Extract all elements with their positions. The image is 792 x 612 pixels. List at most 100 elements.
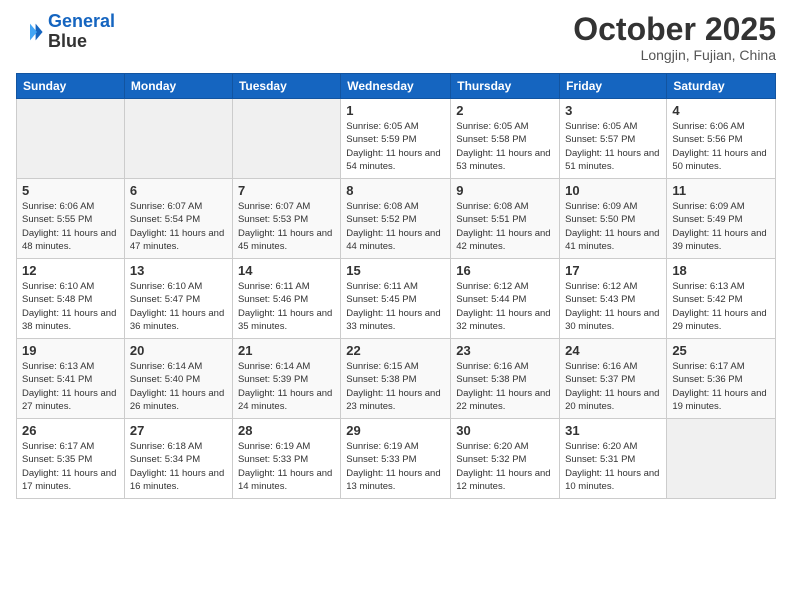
day-number: 17 <box>565 263 661 278</box>
day-info: Sunrise: 6:18 AM Sunset: 5:34 PM Dayligh… <box>130 440 227 493</box>
day-number: 4 <box>672 103 770 118</box>
calendar-cell: 25Sunrise: 6:17 AM Sunset: 5:36 PM Dayli… <box>667 339 776 419</box>
day-info: Sunrise: 6:07 AM Sunset: 5:54 PM Dayligh… <box>130 200 227 253</box>
day-number: 14 <box>238 263 335 278</box>
calendar-cell: 21 Sunrise: 6:14 AM Sunset: 5:39 PM Dayli… <box>232 339 340 419</box>
day-number: 5 <box>22 183 119 198</box>
weekday-header: Wednesday <box>341 74 451 99</box>
calendar-cell: 4Sunrise: 6:06 AM Sunset: 5:56 PM Daylig… <box>667 99 776 179</box>
calendar-cell: 15 Sunrise: 6:11 AM Sunset: 5:45 PM Dayli… <box>341 259 451 339</box>
calendar-cell: 9Sunrise: 6:08 AM Sunset: 5:51 PM Daylig… <box>451 179 560 259</box>
calendar-cell <box>232 99 340 179</box>
day-number: 27 <box>130 423 227 438</box>
day-number: 18 <box>672 263 770 278</box>
calendar-cell: 19Sunrise: 6:13 AM Sunset: 5:41 PM Dayli… <box>17 339 125 419</box>
calendar-week-row: 19Sunrise: 6:13 AM Sunset: 5:41 PM Dayli… <box>17 339 776 419</box>
calendar-cell: 23 Sunrise: 6:16 AM Sunset: 5:38 PM Dayli… <box>451 339 560 419</box>
day-info: Sunrise: 6:16 AM Sunset: 5:38 PM Dayligh… <box>456 360 554 413</box>
location: Longjin, Fujian, China <box>573 47 776 63</box>
logo-icon <box>16 18 44 46</box>
day-info: Sunrise: 6:17 AM Sunset: 5:35 PM Dayligh… <box>22 440 119 493</box>
day-number: 29 <box>346 423 445 438</box>
day-info: Sunrise: 6:11 AM Sunset: 5:46 PM Dayligh… <box>238 280 335 333</box>
calendar-cell: 30 Sunrise: 6:20 AM Sunset: 5:32 PM Dayli… <box>451 419 560 499</box>
calendar-cell: 5 Sunrise: 6:06 AM Sunset: 5:55 PM Daylig… <box>17 179 125 259</box>
page-header: General Blue October 2025 Longjin, Fujia… <box>16 12 776 63</box>
calendar-cell: 8 Sunrise: 6:08 AM Sunset: 5:52 PM Daylig… <box>341 179 451 259</box>
calendar-week-row: 5 Sunrise: 6:06 AM Sunset: 5:55 PM Daylig… <box>17 179 776 259</box>
day-info: Sunrise: 6:20 AM Sunset: 5:32 PM Dayligh… <box>456 440 554 493</box>
calendar-week-row: 12 Sunrise: 6:10 AM Sunset: 5:48 PM Dayli… <box>17 259 776 339</box>
day-info: Sunrise: 6:10 AM Sunset: 5:47 PM Dayligh… <box>130 280 227 333</box>
day-info: Sunrise: 6:19 AM Sunset: 5:33 PM Dayligh… <box>346 440 445 493</box>
calendar-cell: 1Sunrise: 6:05 AM Sunset: 5:59 PM Daylig… <box>341 99 451 179</box>
day-number: 25 <box>672 343 770 358</box>
calendar-cell: 18 Sunrise: 6:13 AM Sunset: 5:42 PM Dayli… <box>667 259 776 339</box>
day-number: 8 <box>346 183 445 198</box>
day-info: Sunrise: 6:06 AM Sunset: 5:55 PM Dayligh… <box>22 200 119 253</box>
calendar-cell: 20Sunrise: 6:14 AM Sunset: 5:40 PM Dayli… <box>124 339 232 419</box>
day-number: 12 <box>22 263 119 278</box>
day-info: Sunrise: 6:11 AM Sunset: 5:45 PM Dayligh… <box>346 280 445 333</box>
day-info: Sunrise: 6:16 AM Sunset: 5:37 PM Dayligh… <box>565 360 661 413</box>
calendar-cell: 6 Sunrise: 6:07 AM Sunset: 5:54 PM Daylig… <box>124 179 232 259</box>
day-number: 19 <box>22 343 119 358</box>
calendar-header: SundayMondayTuesdayWednesdayThursdayFrid… <box>17 74 776 99</box>
weekday-header: Friday <box>560 74 667 99</box>
month-title: October 2025 <box>573 12 776 47</box>
day-info: Sunrise: 6:12 AM Sunset: 5:44 PM Dayligh… <box>456 280 554 333</box>
calendar-page: General Blue October 2025 Longjin, Fujia… <box>0 0 792 612</box>
day-number: 15 <box>346 263 445 278</box>
day-number: 1 <box>346 103 445 118</box>
day-number: 16 <box>456 263 554 278</box>
calendar-cell: 29 Sunrise: 6:19 AM Sunset: 5:33 PM Dayli… <box>341 419 451 499</box>
day-info: Sunrise: 6:10 AM Sunset: 5:48 PM Dayligh… <box>22 280 119 333</box>
weekday-header: Saturday <box>667 74 776 99</box>
calendar-cell <box>667 419 776 499</box>
calendar-cell: 27 Sunrise: 6:18 AM Sunset: 5:34 PM Dayli… <box>124 419 232 499</box>
logo-line1: General <box>48 11 115 31</box>
day-number: 2 <box>456 103 554 118</box>
day-number: 31 <box>565 423 661 438</box>
calendar-cell: 31 Sunrise: 6:20 AM Sunset: 5:31 PM Dayli… <box>560 419 667 499</box>
day-number: 26 <box>22 423 119 438</box>
day-info: Sunrise: 6:19 AM Sunset: 5:33 PM Dayligh… <box>238 440 335 493</box>
calendar-week-row: 26 Sunrise: 6:17 AM Sunset: 5:35 PM Dayli… <box>17 419 776 499</box>
day-info: Sunrise: 6:05 AM Sunset: 5:57 PM Dayligh… <box>565 120 661 173</box>
day-info: Sunrise: 6:14 AM Sunset: 5:39 PM Dayligh… <box>238 360 335 413</box>
weekday-header: Sunday <box>17 74 125 99</box>
day-number: 23 <box>456 343 554 358</box>
logo: General Blue <box>16 12 115 52</box>
calendar-cell <box>17 99 125 179</box>
day-number: 11 <box>672 183 770 198</box>
day-number: 30 <box>456 423 554 438</box>
day-info: Sunrise: 6:12 AM Sunset: 5:43 PM Dayligh… <box>565 280 661 333</box>
calendar-cell: 2 Sunrise: 6:05 AM Sunset: 5:58 PM Daylig… <box>451 99 560 179</box>
day-info: Sunrise: 6:08 AM Sunset: 5:52 PM Dayligh… <box>346 200 445 253</box>
calendar-week-row: 1Sunrise: 6:05 AM Sunset: 5:59 PM Daylig… <box>17 99 776 179</box>
day-number: 22 <box>346 343 445 358</box>
calendar-cell: 11 Sunrise: 6:09 AM Sunset: 5:49 PM Dayli… <box>667 179 776 259</box>
day-number: 6 <box>130 183 227 198</box>
day-number: 24 <box>565 343 661 358</box>
calendar-cell: 10 Sunrise: 6:09 AM Sunset: 5:50 PM Dayli… <box>560 179 667 259</box>
calendar-cell: 12 Sunrise: 6:10 AM Sunset: 5:48 PM Dayli… <box>17 259 125 339</box>
calendar-cell: 14 Sunrise: 6:11 AM Sunset: 5:46 PM Dayli… <box>232 259 340 339</box>
calendar-cell: 13Sunrise: 6:10 AM Sunset: 5:47 PM Dayli… <box>124 259 232 339</box>
day-info: Sunrise: 6:09 AM Sunset: 5:50 PM Dayligh… <box>565 200 661 253</box>
calendar-cell: 22 Sunrise: 6:15 AM Sunset: 5:38 PM Dayli… <box>341 339 451 419</box>
day-info: Sunrise: 6:15 AM Sunset: 5:38 PM Dayligh… <box>346 360 445 413</box>
day-info: Sunrise: 6:20 AM Sunset: 5:31 PM Dayligh… <box>565 440 661 493</box>
calendar-cell: 7Sunrise: 6:07 AM Sunset: 5:53 PM Daylig… <box>232 179 340 259</box>
calendar-cell: 17 Sunrise: 6:12 AM Sunset: 5:43 PM Dayli… <box>560 259 667 339</box>
day-info: Sunrise: 6:09 AM Sunset: 5:49 PM Dayligh… <box>672 200 770 253</box>
calendar-cell: 3Sunrise: 6:05 AM Sunset: 5:57 PM Daylig… <box>560 99 667 179</box>
day-number: 21 <box>238 343 335 358</box>
calendar-cell: 28Sunrise: 6:19 AM Sunset: 5:33 PM Dayli… <box>232 419 340 499</box>
calendar-cell: 16 Sunrise: 6:12 AM Sunset: 5:44 PM Dayli… <box>451 259 560 339</box>
calendar-cell: 24 Sunrise: 6:16 AM Sunset: 5:37 PM Dayli… <box>560 339 667 419</box>
day-info: Sunrise: 6:13 AM Sunset: 5:42 PM Dayligh… <box>672 280 770 333</box>
day-info: Sunrise: 6:05 AM Sunset: 5:58 PM Dayligh… <box>456 120 554 173</box>
day-info: Sunrise: 6:08 AM Sunset: 5:51 PM Dayligh… <box>456 200 554 253</box>
day-number: 10 <box>565 183 661 198</box>
